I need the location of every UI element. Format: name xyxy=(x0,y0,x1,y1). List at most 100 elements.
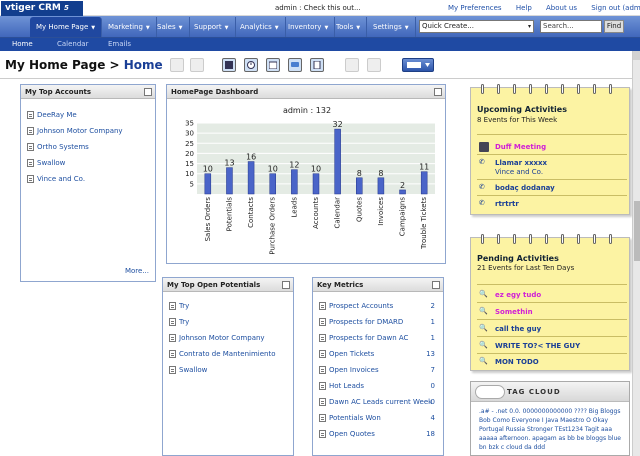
page-title: My Home Page > Home xyxy=(5,58,163,72)
document-icon xyxy=(319,318,326,326)
scroll-thumb[interactable] xyxy=(634,201,640,261)
y-tick-label: 10 xyxy=(185,170,194,178)
metric-row[interactable]: Open Quotes 18 xyxy=(319,428,443,444)
calculator-icon[interactable] xyxy=(222,58,236,72)
list-item[interactable]: Try xyxy=(169,300,293,316)
list-item[interactable]: Try xyxy=(169,316,293,332)
list-item[interactable]: DeeRay Me xyxy=(27,109,155,125)
bar-value-label: 8 xyxy=(378,169,383,178)
panel-header: Key Metrics xyxy=(313,278,443,292)
my-preferences-link[interactable]: My Preferences xyxy=(448,4,502,12)
activity-item[interactable]: ✆ rtrtrtr xyxy=(479,199,519,215)
phone-icon: ✆ xyxy=(479,199,485,207)
page-scrollbar[interactable] xyxy=(632,51,640,456)
list-item[interactable]: Ortho Systems xyxy=(27,141,155,157)
phone-icon: ✆ xyxy=(479,183,485,191)
menu-tools[interactable]: Tools ▼ xyxy=(330,17,368,37)
x-tick-label: Leads xyxy=(290,197,298,218)
maximize-icon[interactable] xyxy=(282,281,290,289)
upcoming-activities-panel: Upcoming Activities 8 Events for This We… xyxy=(470,84,630,215)
import-icon[interactable] xyxy=(345,58,359,72)
metric-row[interactable]: Open Tickets 13 xyxy=(319,348,443,364)
pending-item[interactable]: 🔍 Somethin xyxy=(479,307,533,323)
bar-value-label: 10 xyxy=(268,165,278,174)
task-icon: 🔍 xyxy=(479,357,488,365)
metric-row[interactable]: Dawn AC Leads current Week 0 xyxy=(319,396,443,412)
pending-item[interactable]: 🔍 call the guy xyxy=(479,324,541,340)
list-item[interactable]: Vince and Co. xyxy=(27,173,155,189)
subnav-emails[interactable]: Emails xyxy=(108,40,131,48)
bar-value-label: 10 xyxy=(311,165,321,174)
bar-value-label: 13 xyxy=(224,159,234,168)
calendar-icon[interactable] xyxy=(266,58,280,72)
menu-sales[interactable]: Sales ▼ xyxy=(151,17,190,37)
activity-item[interactable]: Duff Meeting xyxy=(479,142,546,158)
bar xyxy=(291,169,298,195)
metric-row[interactable]: Prospects for DMARD 1 xyxy=(319,316,443,332)
tag-cloud-text[interactable]: .a# - .net 0.0. 0000000000000 ???? Big B… xyxy=(479,407,627,452)
export-icon[interactable] xyxy=(367,58,381,72)
x-tick-label: Calendar xyxy=(334,197,342,229)
metric-row[interactable]: Hot Leads 0 xyxy=(319,380,443,396)
help-link[interactable]: Help xyxy=(516,4,532,12)
more-link[interactable]: More... xyxy=(125,267,149,275)
spiral-rings xyxy=(479,84,619,94)
pending-item[interactable]: 🔍 ez egy tudo xyxy=(479,290,541,306)
menu-analytics[interactable]: Analytics ▼ xyxy=(234,17,286,37)
x-tick-label: Accounts xyxy=(312,197,320,229)
x-tick-label: Invoices xyxy=(377,197,385,226)
pending-item[interactable]: 🔍 MON TODO xyxy=(479,357,539,373)
pending-subtitle: 21 Events for Last Ten Days xyxy=(477,264,575,272)
chat-icon[interactable] xyxy=(288,58,302,72)
maximize-icon[interactable] xyxy=(432,281,440,289)
add-icon[interactable] xyxy=(170,58,184,72)
menu-my-home-page[interactable]: My Home Page ▼ xyxy=(30,17,103,37)
maximize-icon[interactable] xyxy=(434,88,442,96)
bar-value-label: 12 xyxy=(289,161,299,170)
find-button[interactable]: Find xyxy=(604,20,624,33)
menu-support[interactable]: Support ▼ xyxy=(188,17,236,37)
about-us-link[interactable]: About us xyxy=(546,4,577,12)
list-item[interactable]: Swallow xyxy=(169,364,293,380)
menu-inventory[interactable]: Inventory ▼ xyxy=(282,17,336,37)
quick-create-select[interactable]: Quick Create... ▾ xyxy=(419,20,534,33)
bar xyxy=(204,173,212,195)
menu-marketing[interactable]: Marketing ▼ xyxy=(102,17,157,37)
document-icon xyxy=(27,111,34,119)
list-item[interactable]: Johnson Motor Company xyxy=(169,332,293,348)
pending-item[interactable]: 🔍 WRITE TO?< THE GUY xyxy=(479,341,580,357)
metric-row[interactable]: Prospect Accounts 2 xyxy=(319,300,443,316)
metric-row[interactable]: Potentials Won 4 xyxy=(319,412,443,428)
bar xyxy=(269,173,276,195)
menu-settings[interactable]: Settings ▼ xyxy=(367,17,416,37)
top-bar: vtiger CRM 5 admin : Check this out... M… xyxy=(0,0,640,16)
list-item[interactable]: Contrato de Mantenimiento xyxy=(169,348,293,364)
metric-row[interactable]: Prospects for Dawn AC 1 xyxy=(319,332,443,348)
chevron-down-icon: ▼ xyxy=(178,25,183,31)
activity-item[interactable]: ✆ Llamar xxxxx Vince and Co. xyxy=(479,158,547,176)
task-icon: 🔍 xyxy=(479,290,488,298)
vtiger-logo[interactable]: vtiger CRM 5 xyxy=(1,1,83,16)
layout-selector-icon[interactable] xyxy=(402,58,434,72)
metric-row[interactable]: Open Invoices 7 xyxy=(319,364,443,380)
subnav-home[interactable]: Home xyxy=(12,40,33,48)
notes-icon[interactable] xyxy=(310,58,324,72)
clock-icon[interactable] xyxy=(244,58,258,72)
scroll-up-arrow[interactable] xyxy=(633,51,640,60)
pending-title: Pending Activities xyxy=(477,254,559,263)
search-input[interactable]: Search... xyxy=(540,20,602,33)
document-icon xyxy=(27,159,34,167)
activity-item[interactable]: ✆ bodaç dodanay xyxy=(479,183,555,199)
y-tick-label: 35 xyxy=(185,120,194,128)
maximize-icon[interactable] xyxy=(144,88,152,96)
dashboard-chart: admin : 132 5 10 15 20 25 30 35 10 13 16 10 12 10 32 8… xyxy=(185,106,435,255)
search-icon[interactable] xyxy=(190,58,204,72)
document-icon xyxy=(319,302,326,310)
sign-out-link[interactable]: Sign out (admin) xyxy=(591,4,640,12)
document-icon xyxy=(319,366,326,374)
list-item[interactable]: Johnson Motor Company xyxy=(27,125,155,141)
announcement-message: admin : Check this out... xyxy=(275,4,361,12)
sub-nav-bar: Home Calendar Emails xyxy=(0,38,640,51)
subnav-calendar[interactable]: Calendar xyxy=(57,40,88,48)
list-item[interactable]: Swallow xyxy=(27,157,155,173)
